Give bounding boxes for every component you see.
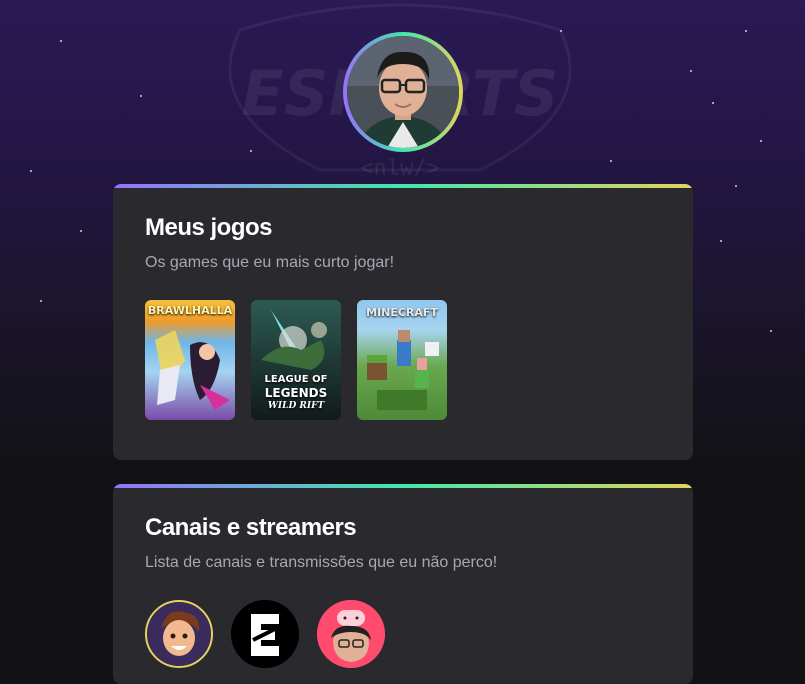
game-title-line1: LEAGUE OF	[264, 374, 328, 385]
brawlhalla-cover-icon	[155, 330, 230, 410]
streamer-2[interactable]	[231, 600, 299, 668]
streamers-title: Canais e streamers	[145, 514, 357, 541]
streamer-avatar-1-icon	[147, 602, 211, 666]
streamer-3[interactable]	[317, 600, 385, 668]
streamer-1[interactable]	[145, 600, 213, 668]
profile-photo	[347, 36, 459, 148]
games-subtitle: Os games que eu mais curto jogar!	[145, 254, 395, 271]
profile-avatar	[343, 32, 463, 152]
svg-text:<nlw/>: <nlw/>	[360, 156, 439, 181]
game-brawlhalla[interactable]: BRAWLHALLA	[145, 300, 235, 420]
game-wild-rift[interactable]: LEAGUE OF LEGENDS WILD RIFT	[251, 300, 341, 420]
games-list: BRAWLHALLA LEAGUE OF LEGENDS WILD RIFT M…	[145, 300, 661, 420]
game-title-line2: LEGENDS	[264, 386, 328, 400]
streamer-avatar-2-icon	[231, 600, 299, 668]
game-title-line3: WILD RIFT	[267, 401, 325, 411]
games-card: Meus jogos Os games que eu mais curto jo…	[113, 184, 693, 460]
streamers-subtitle: Lista de canais e transmissões que eu nã…	[145, 554, 498, 571]
games-title: Meus jogos	[145, 214, 273, 241]
streamers-list	[145, 600, 661, 668]
game-minecraft[interactable]: MINECRAFT	[357, 300, 447, 420]
streamer-avatar-3-icon	[317, 600, 385, 668]
streamers-card: Canais e streamers Lista de canais e tra…	[113, 484, 693, 684]
minecraft-cover-icon	[367, 330, 439, 410]
person-photo-icon	[347, 36, 459, 148]
